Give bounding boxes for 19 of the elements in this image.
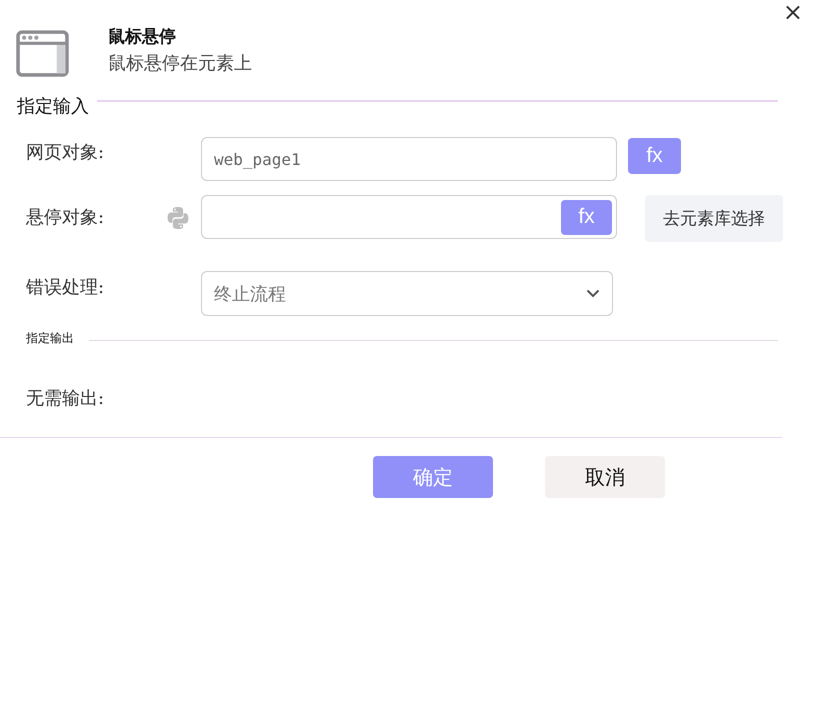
element-library-button[interactable]: 去元素库选择: [645, 195, 783, 242]
close-button[interactable]: ×: [782, 0, 803, 24]
section-title: 指定输入: [17, 95, 89, 118]
field-label: 悬停对象:: [26, 206, 106, 230]
fx-button[interactable]: fx: [561, 200, 612, 234]
cancel-button[interactable]: 取消: [545, 456, 665, 498]
output-note: 无需输出:: [25, 387, 106, 411]
confirm-button[interactable]: 确定: [373, 456, 493, 498]
browser-window-icon: [16, 30, 69, 77]
input-field[interactable]: fx: [201, 195, 617, 239]
dropdown[interactable]: 终止流程: [201, 271, 613, 316]
chevron-down-icon: [586, 289, 600, 298]
input-field[interactable]: web_page1: [201, 137, 617, 181]
dialog-title: 鼠标悬停: [108, 27, 177, 47]
field-label: 错误处理:: [26, 276, 106, 300]
dialog-subtitle: 鼠标悬停在元素上: [108, 52, 252, 76]
fx-button[interactable]: fx: [628, 138, 681, 174]
section-title: 指定输出: [26, 330, 74, 347]
field-label: 网页对象:: [26, 141, 106, 165]
